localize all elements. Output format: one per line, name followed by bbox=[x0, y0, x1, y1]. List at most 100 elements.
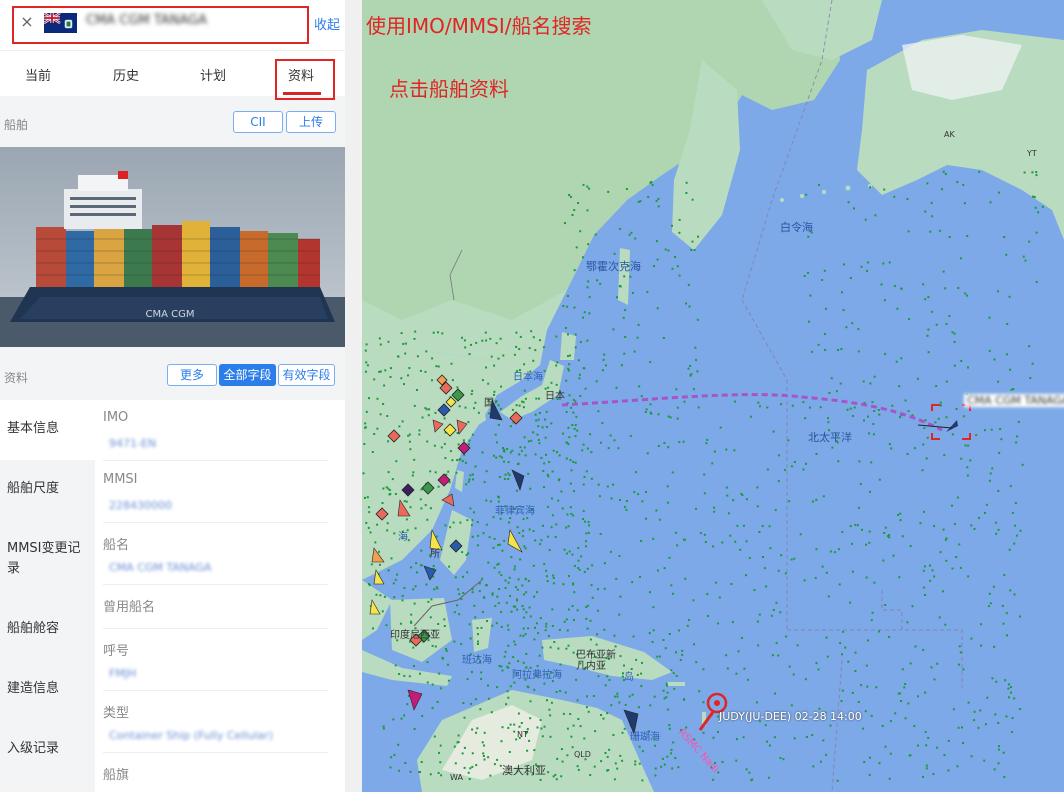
traffic-dot bbox=[546, 580, 549, 583]
traffic-dot bbox=[506, 624, 509, 627]
traffic-dot bbox=[573, 490, 575, 493]
traffic-dot bbox=[561, 760, 564, 763]
traffic-dot bbox=[497, 544, 499, 547]
traffic-dot bbox=[466, 571, 469, 574]
traffic-dot bbox=[441, 332, 444, 335]
traffic-dot bbox=[999, 428, 1002, 430]
nav-mmsi-history[interactable]: MMSI变更记录 bbox=[7, 539, 87, 579]
traffic-dot bbox=[451, 379, 454, 382]
traffic-dot bbox=[447, 470, 450, 473]
traffic-dot bbox=[911, 605, 914, 608]
traffic-dot bbox=[602, 369, 604, 372]
traffic-dot bbox=[983, 429, 986, 432]
traffic-dot bbox=[576, 765, 579, 768]
traffic-dot bbox=[802, 401, 805, 404]
traffic-dot bbox=[432, 565, 435, 567]
traffic-dot bbox=[560, 490, 563, 493]
typhoon-label[interactable]: JUDY(JU-DEE) 02-28 14:00 bbox=[719, 710, 862, 723]
traffic-dot bbox=[404, 342, 407, 345]
nav-dimensions[interactable]: 船舶尺度 bbox=[7, 479, 59, 499]
traffic-dot bbox=[656, 307, 659, 310]
traffic-dot bbox=[538, 654, 541, 657]
traffic-dot bbox=[899, 512, 902, 515]
traffic-dot bbox=[559, 690, 562, 692]
map-view[interactable]: 鄂霍次克海 白令海 北太平洋 日本海 日本 国 菲律宾海 印度尼西亚 巴布亚新几… bbox=[362, 0, 1064, 792]
traffic-dot bbox=[572, 411, 575, 414]
traffic-dot bbox=[748, 556, 751, 559]
nav-capacity[interactable]: 船舶舱容 bbox=[7, 619, 59, 639]
nav-build-info[interactable]: 建造信息 bbox=[7, 679, 59, 699]
traffic-dot bbox=[637, 493, 640, 496]
traffic-dot bbox=[523, 593, 525, 596]
traffic-dot bbox=[751, 778, 754, 781]
traffic-dot bbox=[494, 401, 497, 404]
traffic-dot bbox=[501, 726, 504, 729]
traffic-dot bbox=[449, 450, 452, 453]
upload-button[interactable]: 上传 bbox=[286, 111, 336, 133]
traffic-dot bbox=[625, 508, 628, 511]
traffic-dot bbox=[923, 565, 926, 568]
traffic-dot bbox=[597, 609, 599, 612]
traffic-dot bbox=[572, 583, 575, 586]
traffic-dot bbox=[365, 343, 368, 346]
nav-class-records[interactable]: 入级记录 bbox=[7, 739, 59, 759]
valid-fields-button[interactable]: 有效字段 bbox=[278, 364, 335, 386]
traffic-dot bbox=[587, 531, 590, 534]
tab-history[interactable]: 历史 bbox=[113, 65, 139, 84]
traffic-dot bbox=[582, 518, 585, 520]
traffic-dot bbox=[607, 190, 610, 193]
more-button[interactable]: 更多 bbox=[167, 364, 217, 386]
tab-current[interactable]: 当前 bbox=[25, 65, 51, 84]
traffic-dot bbox=[1041, 205, 1044, 208]
traffic-dot bbox=[737, 650, 740, 653]
traffic-dot bbox=[1011, 717, 1014, 720]
traffic-dot bbox=[587, 280, 590, 283]
traffic-dot bbox=[532, 431, 535, 434]
panel-scrollbar[interactable] bbox=[345, 0, 362, 792]
traffic-dot bbox=[783, 468, 786, 471]
traffic-dot bbox=[938, 616, 941, 619]
traffic-dot bbox=[665, 682, 668, 685]
traffic-dot bbox=[657, 197, 660, 200]
traffic-dot bbox=[803, 579, 806, 582]
traffic-dot bbox=[509, 451, 512, 454]
traffic-dot bbox=[599, 441, 602, 444]
traffic-dot bbox=[403, 586, 406, 589]
traffic-dot bbox=[585, 617, 588, 620]
traffic-dot bbox=[575, 246, 578, 249]
traffic-dot bbox=[646, 291, 649, 294]
nav-basic-info[interactable]: 基本信息 bbox=[0, 400, 95, 460]
traffic-dot bbox=[661, 757, 664, 760]
traffic-dot bbox=[927, 736, 930, 739]
traffic-dot bbox=[594, 730, 597, 733]
map-label-australia: 澳大利亚 bbox=[502, 764, 546, 777]
traffic-dot bbox=[973, 528, 976, 530]
traffic-dot bbox=[429, 507, 432, 510]
collapse-button[interactable]: 收起 bbox=[314, 14, 340, 33]
traffic-dot bbox=[590, 477, 593, 480]
traffic-dot bbox=[610, 704, 613, 707]
traffic-dot bbox=[569, 506, 572, 509]
traffic-dot bbox=[485, 584, 488, 587]
traffic-dot bbox=[743, 524, 745, 527]
field-name-label: 船名 bbox=[103, 538, 130, 553]
traffic-dot bbox=[613, 778, 616, 781]
traffic-dot bbox=[849, 601, 852, 604]
tab-plan[interactable]: 计划 bbox=[200, 65, 226, 84]
traffic-dot bbox=[869, 382, 872, 385]
traffic-dot bbox=[654, 767, 657, 770]
traffic-dot bbox=[945, 380, 948, 383]
traffic-dot bbox=[426, 681, 429, 684]
traffic-dot bbox=[568, 394, 571, 397]
traffic-dot bbox=[622, 316, 625, 319]
map-label-suo: 所 bbox=[430, 549, 440, 560]
all-fields-button[interactable]: 全部字段 bbox=[219, 364, 276, 386]
traffic-dot bbox=[469, 637, 472, 640]
cii-button[interactable]: CII bbox=[233, 111, 283, 133]
traffic-dot bbox=[383, 595, 386, 598]
traffic-dot bbox=[549, 646, 552, 649]
traffic-dot bbox=[435, 535, 438, 538]
traffic-dot bbox=[578, 568, 581, 571]
traffic-dot bbox=[468, 623, 471, 626]
traffic-dot bbox=[1012, 388, 1015, 390]
